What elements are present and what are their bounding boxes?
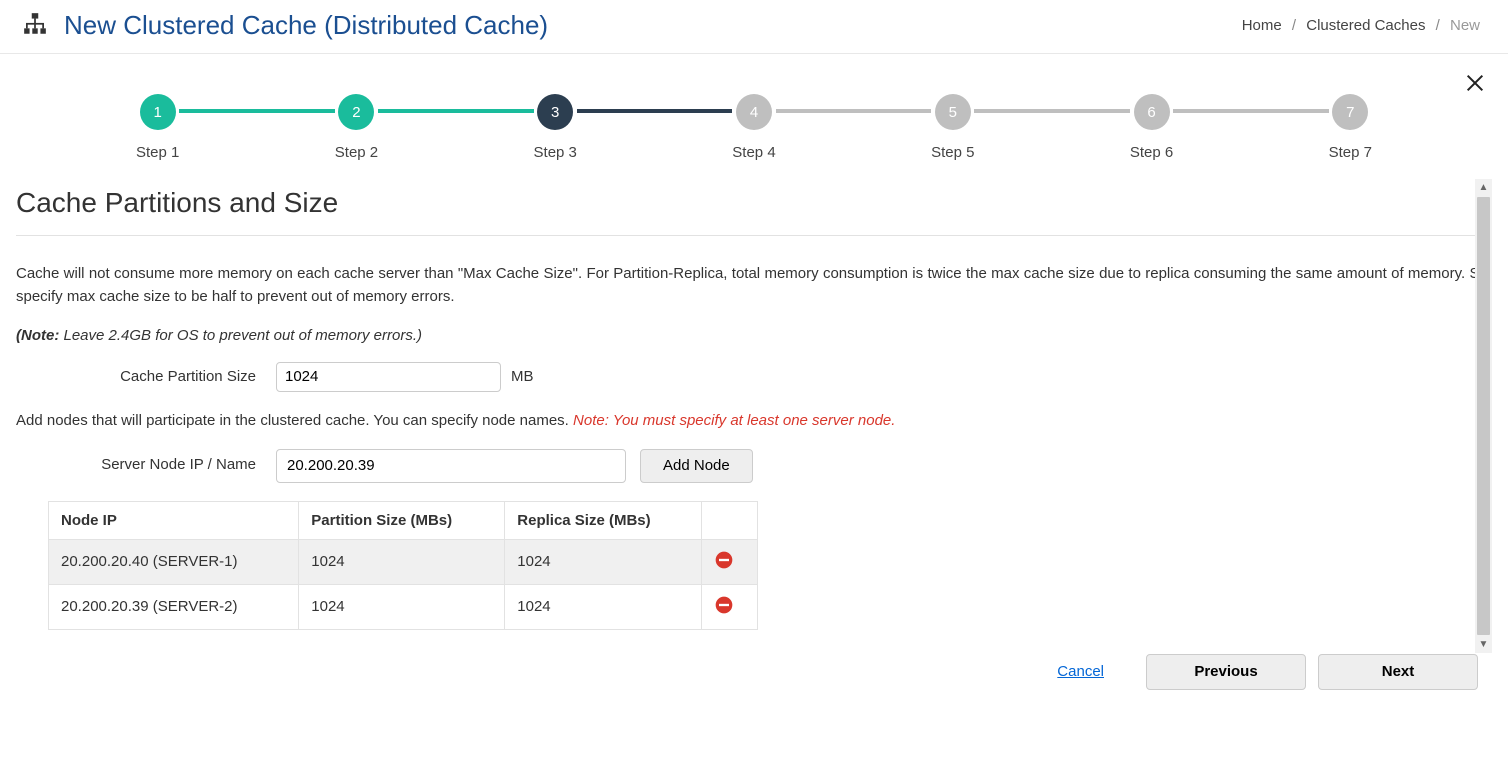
- col-replica-size: Replica Size (MBs): [505, 501, 702, 539]
- partition-size-label: Cache Partition Size: [16, 368, 276, 385]
- step-circle: 1: [140, 94, 176, 130]
- page-header: New Clustered Cache (Distributed Cache) …: [0, 0, 1508, 54]
- col-partition-size: Partition Size (MBs): [299, 501, 505, 539]
- server-node-input[interactable]: [276, 449, 626, 483]
- scroll-down-icon[interactable]: ▼: [1475, 636, 1492, 653]
- cell-replica-size: 1024: [505, 584, 702, 629]
- step-1[interactable]: 1 Step 1: [136, 94, 179, 161]
- table-row: 20.200.20.40 (SERVER-1)10241024: [49, 539, 758, 584]
- step-label: Step 4: [732, 144, 775, 161]
- breadcrumb: Home / Clustered Caches / New: [1242, 17, 1480, 34]
- vertical-scrollbar[interactable]: ▲ ▼: [1475, 179, 1492, 653]
- step-connector: [179, 109, 334, 113]
- nodes-table: Node IP Partition Size (MBs) Replica Siz…: [48, 501, 758, 630]
- partition-size-unit: MB: [511, 368, 534, 385]
- step-circle: 6: [1134, 94, 1170, 130]
- next-button[interactable]: Next: [1318, 654, 1478, 690]
- step-circle: 5: [935, 94, 971, 130]
- cancel-link[interactable]: Cancel: [1057, 663, 1104, 680]
- step-connector: [776, 109, 931, 113]
- sitemap-icon: [22, 11, 48, 40]
- breadcrumb-current: New: [1450, 17, 1480, 34]
- remove-node-icon[interactable]: [714, 550, 734, 570]
- step-label: Step 1: [136, 144, 179, 161]
- wizard-footer: Cancel Previous Next: [16, 640, 1492, 720]
- page-title: New Clustered Cache (Distributed Cache): [64, 10, 548, 41]
- step-2[interactable]: 2 Step 2: [335, 94, 378, 161]
- content-area: Cache Partitions and Size Cache will not…: [16, 179, 1492, 640]
- server-node-label: Server Node IP / Name: [16, 455, 276, 475]
- section-title: Cache Partitions and Size: [16, 179, 1492, 236]
- remove-node-icon[interactable]: [714, 595, 734, 615]
- cell-partition-size: 1024: [299, 539, 505, 584]
- wizard-stepper: 1 Step 1 2 Step 2 3 Step 3 4 Step 4 5 Step 5 6 Step…: [16, 54, 1492, 179]
- step-label: Step 7: [1329, 144, 1372, 161]
- step-label: Step 3: [534, 144, 577, 161]
- step-7[interactable]: 7 Step 7: [1329, 94, 1372, 161]
- scroll-thumb[interactable]: [1477, 197, 1490, 635]
- step-3[interactable]: 3 Step 3: [534, 94, 577, 161]
- cell-partition-size: 1024: [299, 584, 505, 629]
- step-4[interactable]: 4 Step 4: [732, 94, 775, 161]
- breadcrumb-home[interactable]: Home: [1242, 17, 1282, 34]
- close-icon[interactable]: [1464, 72, 1486, 97]
- step-5[interactable]: 5 Step 5: [931, 94, 974, 161]
- breadcrumb-clustered-caches[interactable]: Clustered Caches: [1306, 17, 1425, 34]
- section-description: Cache will not consume more memory on ea…: [16, 262, 1492, 309]
- add-nodes-instruction: Add nodes that will participate in the c…: [16, 412, 1492, 429]
- cell-node-ip: 20.200.20.39 (SERVER-2): [49, 584, 299, 629]
- previous-button[interactable]: Previous: [1146, 654, 1306, 690]
- step-circle: 4: [736, 94, 772, 130]
- partition-size-input[interactable]: [276, 362, 501, 392]
- step-label: Step 2: [335, 144, 378, 161]
- step-circle: 2: [338, 94, 374, 130]
- step-label: Step 6: [1130, 144, 1173, 161]
- step-6[interactable]: 6 Step 6: [1130, 94, 1173, 161]
- step-circle: 3: [537, 94, 573, 130]
- step-connector: [1173, 109, 1328, 113]
- cell-replica-size: 1024: [505, 539, 702, 584]
- add-node-button[interactable]: Add Node: [640, 449, 753, 483]
- step-circle: 7: [1332, 94, 1368, 130]
- table-row: 20.200.20.39 (SERVER-2)10241024: [49, 584, 758, 629]
- scroll-up-icon[interactable]: ▲: [1475, 179, 1492, 196]
- step-label: Step 5: [931, 144, 974, 161]
- step-connector: [974, 109, 1129, 113]
- node-warning: Note: You must specify at least one serv…: [573, 412, 895, 429]
- step-connector: [378, 109, 533, 113]
- col-actions: [702, 501, 758, 539]
- memory-note: (Note: Leave 2.4GB for OS to prevent out…: [16, 327, 1492, 344]
- col-node-ip: Node IP: [49, 501, 299, 539]
- cell-node-ip: 20.200.20.40 (SERVER-1): [49, 539, 299, 584]
- step-connector: [577, 109, 732, 113]
